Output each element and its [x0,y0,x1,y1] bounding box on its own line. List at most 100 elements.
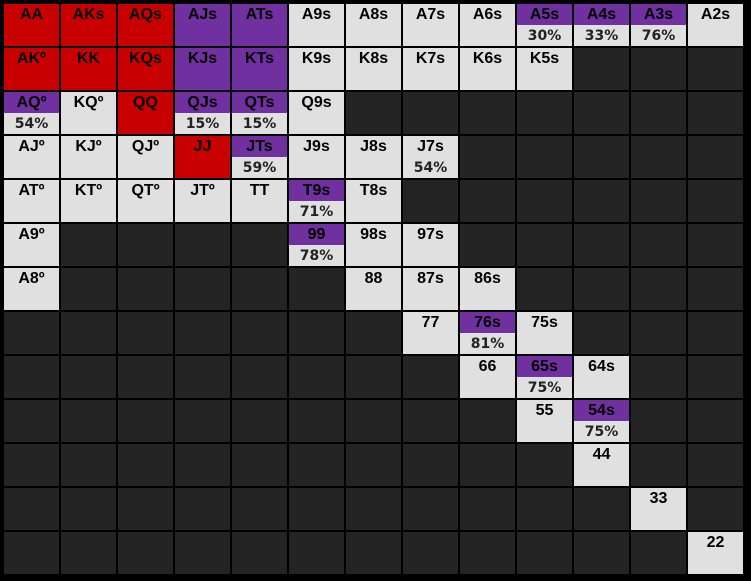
hand-cell-a3s[interactable]: A3s 76% [631,4,686,46]
empty-cell [118,488,173,530]
hand-cell-ajo[interactable]: AJº [4,136,59,178]
empty-cell [574,224,629,266]
hand-cell-99[interactable]: 99 78% [289,224,344,266]
hand-cell-55[interactable]: 55 [517,400,572,442]
hand-cell-jj[interactable]: JJ [175,136,230,178]
empty-cell [61,224,116,266]
hand-cell-a8o[interactable]: A8º [4,268,59,310]
hand-label: QJs [175,92,230,113]
hand-cell-k6s[interactable]: K6s [460,48,515,90]
empty-cell [517,92,572,134]
hand-cell-jto[interactable]: JTº [175,180,230,222]
hand-cell-j9s[interactable]: J9s [289,136,344,178]
hand-cell-a2s[interactable]: A2s [688,4,743,46]
hand-label: KK [61,48,116,90]
hand-cell-qto[interactable]: QTº [118,180,173,222]
hand-cell-33[interactable]: 33 [631,488,686,530]
hand-label: KQs [118,48,173,90]
hand-cell-t8s[interactable]: T8s [346,180,401,222]
hand-cell-77[interactable]: 77 [403,312,458,354]
hand-label: AKº [4,48,59,90]
hand-cell-qjs[interactable]: QJs 15% [175,92,230,134]
hand-cell-87s[interactable]: 87s [403,268,458,310]
hand-cell-kqo[interactable]: KQº [61,92,116,134]
hand-frequency: 30% [527,27,562,44]
empty-cell [574,532,629,574]
hand-cell-kto[interactable]: KTº [61,180,116,222]
hand-cell-k9s[interactable]: K9s [289,48,344,90]
hand-label: A8s [346,4,401,46]
hand-label: JTs [232,136,287,157]
empty-cell [289,444,344,486]
hand-cell-ako[interactable]: AKº [4,48,59,90]
hand-cell-j7s[interactable]: J7s 54% [403,136,458,178]
hand-cell-75s[interactable]: 75s [517,312,572,354]
hand-cell-a8s[interactable]: A8s [346,4,401,46]
empty-cell [631,224,686,266]
hand-cell-kts[interactable]: KTs [232,48,287,90]
empty-cell [517,268,572,310]
empty-cell [175,312,230,354]
empty-cell [175,400,230,442]
hand-cell-k7s[interactable]: K7s [403,48,458,90]
hand-label: AJs [175,4,230,46]
hand-cell-k8s[interactable]: K8s [346,48,401,90]
hand-cell-86s[interactable]: 86s [460,268,515,310]
hand-cell-aqs[interactable]: AQs [118,4,173,46]
empty-cell [460,532,515,574]
hand-cell-65s[interactable]: 65s 75% [517,356,572,398]
hand-cell-kqs[interactable]: KQs [118,48,173,90]
hand-label: A9s [289,4,344,46]
hand-cell-a7s[interactable]: A7s [403,4,458,46]
empty-cell [631,356,686,398]
hand-cell-jts[interactable]: JTs 59% [232,136,287,178]
hand-cell-aks[interactable]: AKs [61,4,116,46]
empty-cell [346,400,401,442]
empty-cell [118,356,173,398]
hand-frequency: 15% [242,115,277,132]
hand-cell-44[interactable]: 44 [574,444,629,486]
hand-cell-j8s[interactable]: J8s [346,136,401,178]
hand-cell-aa[interactable]: AA [4,4,59,46]
hand-cell-64s[interactable]: 64s [574,356,629,398]
hand-label: AJº [4,136,59,178]
hand-cell-a9o[interactable]: A9º [4,224,59,266]
hand-cell-kk[interactable]: KK [61,48,116,90]
hand-label: QQ [118,92,173,134]
hand-cell-54s[interactable]: 54s 75% [574,400,629,442]
hand-label: A4s [574,4,629,25]
empty-cell [61,268,116,310]
hand-cell-kjs[interactable]: KJs [175,48,230,90]
hand-cell-t9s[interactable]: T9s 71% [289,180,344,222]
hand-cell-97s[interactable]: 97s [403,224,458,266]
hand-cell-kjo[interactable]: KJº [61,136,116,178]
hand-cell-98s[interactable]: 98s [346,224,401,266]
hand-cell-qq[interactable]: QQ [118,92,173,134]
empty-cell [631,92,686,134]
hand-cell-k5s[interactable]: K5s [517,48,572,90]
empty-cell [517,180,572,222]
hand-cell-qjo[interactable]: QJº [118,136,173,178]
hand-cell-ato[interactable]: ATº [4,180,59,222]
hand-cell-a6s[interactable]: A6s [460,4,515,46]
hand-cell-66[interactable]: 66 [460,356,515,398]
hand-cell-tt[interactable]: TT [232,180,287,222]
hand-cell-qts[interactable]: QTs 15% [232,92,287,134]
empty-cell [517,136,572,178]
hand-cell-76s[interactable]: 76s 81% [460,312,515,354]
hand-cell-aqo[interactable]: AQº 54% [4,92,59,134]
hand-label: K9s [289,48,344,90]
hand-cell-a5s[interactable]: A5s 30% [517,4,572,46]
empty-cell [688,224,743,266]
hand-cell-88[interactable]: 88 [346,268,401,310]
hand-cell-22[interactable]: 22 [688,532,743,574]
hand-cell-a9s[interactable]: A9s [289,4,344,46]
empty-cell [574,92,629,134]
hand-cell-ajs[interactable]: AJs [175,4,230,46]
hand-frequency: 33% [584,27,619,44]
hand-cell-q9s[interactable]: Q9s [289,92,344,134]
hand-cell-ats[interactable]: ATs [232,4,287,46]
empty-cell [403,92,458,134]
hand-cell-a4s[interactable]: A4s 33% [574,4,629,46]
empty-cell [232,356,287,398]
